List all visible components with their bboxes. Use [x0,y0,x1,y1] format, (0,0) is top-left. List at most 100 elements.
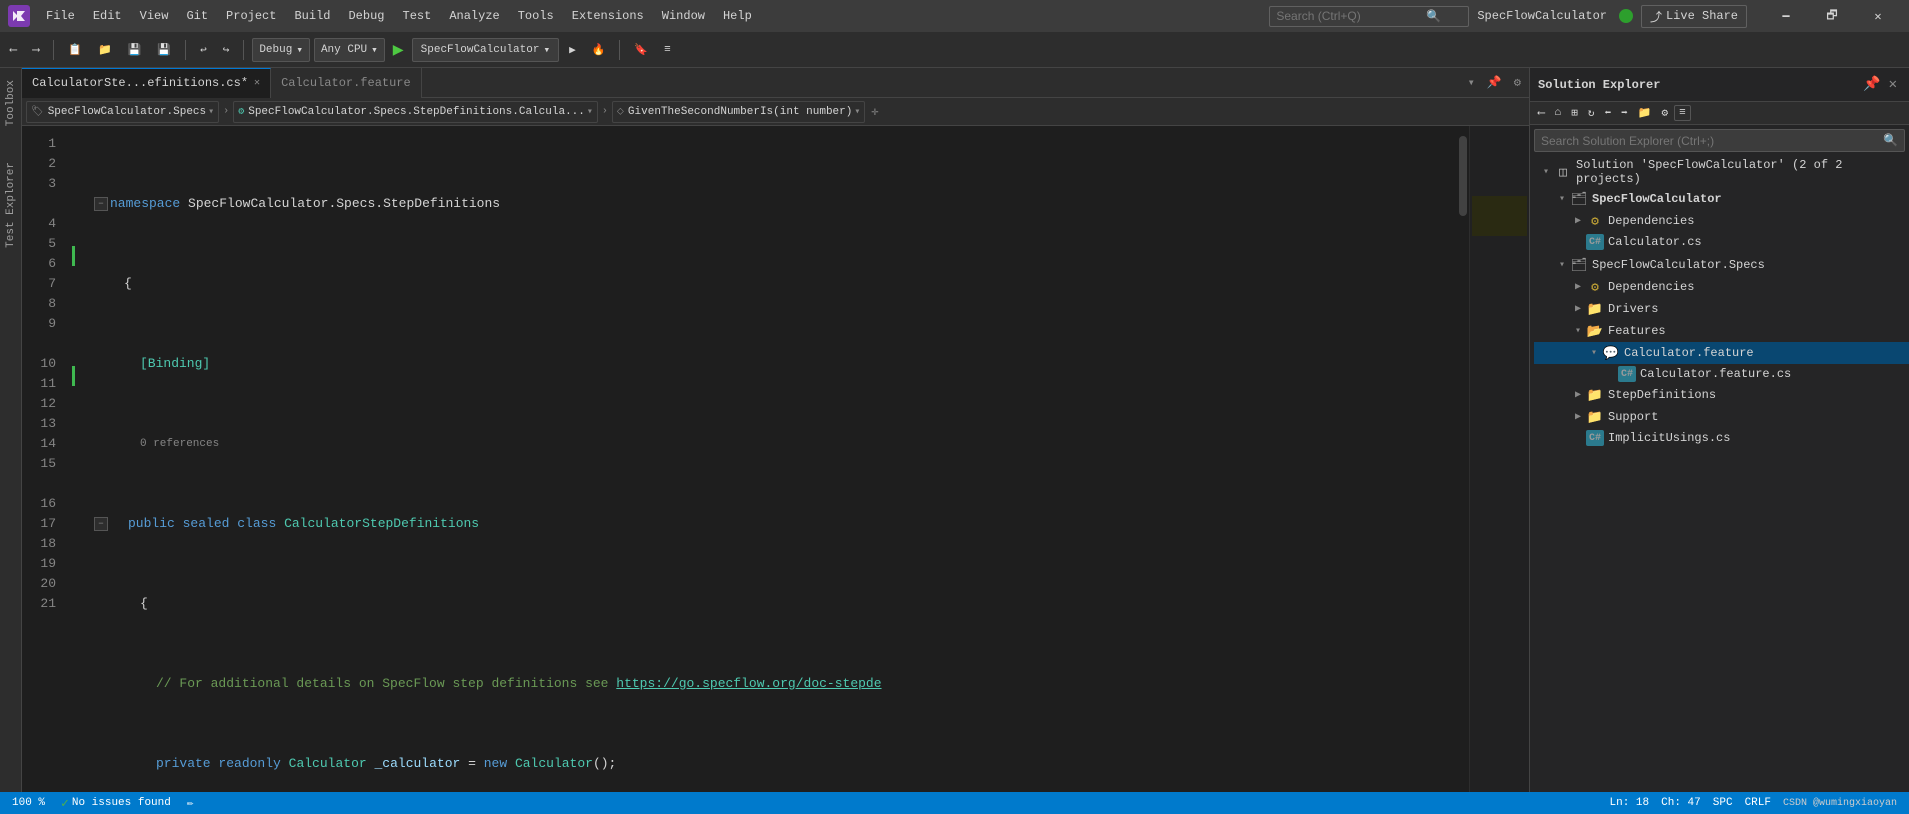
toolbar-new-project[interactable]: 📋 [62,40,88,60]
scroll-thumb[interactable] [1459,136,1467,216]
status-ln[interactable]: Ln: 18 [1606,797,1654,809]
tree-proj2[interactable]: ▾ 🗂 SpecFlowCalculator.Specs [1534,254,1909,276]
tree-support[interactable]: ▶ 📁 Support [1534,406,1909,428]
tree-deps1[interactable]: ▶ ⚙ Dependencies [1534,210,1909,232]
toolbar-bookmark[interactable]: 🔖 [628,40,654,60]
status-ch[interactable]: Ch: 47 [1657,797,1705,809]
menu-window[interactable]: Window [654,5,713,27]
tab-bar: CalculatorSte...efinitions.cs* ✕ Calcula… [22,68,1529,98]
menu-debug[interactable]: Debug [340,5,392,27]
toolbar-extras[interactable]: ≡ [658,41,677,59]
proj1-expand[interactable]: ▾ [1554,193,1570,205]
deps1-expand[interactable]: ▶ [1570,215,1586,227]
se-pin-button[interactable]: 📌 [1859,74,1884,95]
toolbar-save[interactable]: 💾 [122,40,148,60]
tree-calc-feature[interactable]: ▾ 💬 Calculator.feature [1534,342,1909,364]
support-folder-icon: 📁 [1586,408,1604,426]
toolbox-tab[interactable]: Toolbox [3,72,19,134]
menu-edit[interactable]: Edit [85,5,130,27]
toolbar-back[interactable]: ⟵ [4,40,23,60]
collapse-4[interactable]: − [94,517,108,531]
minimize-button[interactable]: 🗕 [1763,0,1809,32]
implicit-cs-icon: C# [1586,430,1604,446]
toolbar-fire[interactable]: 🔥 [586,40,612,60]
status-crlf[interactable]: CRLF [1741,797,1775,809]
status-issues[interactable]: ✓ No issues found [57,796,175,811]
se-forward-btn[interactable]: ➡ [1617,104,1632,122]
proj2-expand[interactable]: ▾ [1554,259,1570,271]
support-expand[interactable]: ▶ [1570,411,1586,423]
inactive-tab[interactable]: Calculator.feature [271,68,422,98]
menu-file[interactable]: File [38,5,83,27]
menu-extensions[interactable]: Extensions [564,5,652,27]
solution-expand[interactable]: ▾ [1538,166,1554,178]
method-dropdown[interactable]: ⬦ GivenTheSecondNumberIs(int number) ▾ [612,101,865,123]
active-tab-close[interactable]: ✕ [254,77,260,89]
features-expand[interactable]: ▾ [1570,325,1586,337]
run-button[interactable]: ▶ [389,39,408,61]
tree-drivers[interactable]: ▶ 📁 Drivers [1534,298,1909,320]
se-back2-btn[interactable]: ⬅ [1600,104,1615,122]
menu-test[interactable]: Test [395,5,440,27]
active-tab[interactable]: CalculatorSte...efinitions.cs* ✕ [22,68,271,98]
live-share-button[interactable]: ⤴ Live Share [1641,5,1747,28]
tree-calc-cs[interactable]: C# Calculator.cs [1534,232,1909,252]
menu-build[interactable]: Build [286,5,338,27]
vertical-scrollbar[interactable] [1457,126,1469,792]
status-zoom[interactable]: 100 % [8,797,49,809]
toolbar-save-all[interactable]: 💾 [151,40,177,60]
tree-implicit[interactable]: C# ImplicitUsings.cs [1534,428,1909,448]
title-search-input[interactable] [1276,9,1426,23]
drivers-expand[interactable]: ▶ [1570,303,1586,315]
se-folder-btn[interactable]: 📁 [1634,104,1656,122]
toolbar-redo[interactable]: ↪ [217,40,236,60]
cpu-dropdown[interactable]: Any CPU ▾ [314,38,385,62]
stepdefs-expand[interactable]: ▶ [1570,389,1586,401]
se-close-button[interactable]: ✕ [1885,74,1901,95]
test-explorer-tab[interactable]: Test Explorer [3,154,19,256]
menu-analyze[interactable]: Analyze [441,5,507,27]
se-refresh-btn[interactable]: ↻ [1584,104,1599,122]
se-vs-btn[interactable]: ⊞ [1567,104,1582,122]
toolbar-open[interactable]: 📁 [92,40,118,60]
calc-feature-expand[interactable]: ▾ [1586,347,1602,359]
tab-pin-button[interactable]: 📌 [1483,73,1506,92]
menu-git[interactable]: Git [178,5,216,27]
restore-button[interactable]: 🗗 [1809,0,1855,32]
project-run-dropdown[interactable]: SpecFlowCalculator ▾ [412,38,559,62]
tree-solution[interactable]: ▾ ◫ Solution 'SpecFlowCalculator' (2 of … [1534,156,1909,188]
toolbar-forward[interactable]: ⟶ [27,40,46,60]
se-search-input[interactable] [1541,134,1883,148]
deps2-expand[interactable]: ▶ [1570,281,1586,293]
tree-features[interactable]: ▾ 📂 Features [1534,320,1909,342]
code-content[interactable]: − namespace SpecFlowCalculator.Specs.Ste… [86,126,1457,792]
namespace-label: SpecFlowCalculator.Specs [48,106,206,118]
close-button[interactable]: ✕ [1855,0,1901,32]
tab-settings-button[interactable]: ⚙ [1510,73,1525,92]
tab-actions: ▾ 📌 ⚙ [1464,73,1529,92]
title-search-box[interactable]: 🔍 [1269,6,1469,27]
menu-help[interactable]: Help [715,5,760,27]
calc-cs-icon: C# [1586,234,1604,250]
nav-add-button[interactable]: ✛ [869,102,880,121]
tree-deps2[interactable]: ▶ ⚙ Dependencies [1534,276,1909,298]
toolbar-undo[interactable]: ↩ [194,40,213,60]
class-dropdown[interactable]: ⚙ SpecFlowCalculator.Specs.StepDefinitio… [233,101,598,123]
debug-config-dropdown[interactable]: Debug ▾ [252,38,310,62]
tree-calc-feature-cs[interactable]: C# Calculator.feature.cs [1534,364,1909,384]
menu-project[interactable]: Project [218,5,284,27]
menu-view[interactable]: View [132,5,177,27]
tab-list-button[interactable]: ▾ [1464,73,1479,92]
se-settings-btn[interactable]: ⚙ [1657,104,1672,122]
se-active-item-btn[interactable]: ≡ [1674,105,1691,121]
toolbar-attach[interactable]: ▶ [563,40,582,60]
tree-proj1[interactable]: ▾ 🗂 SpecFlowCalculator [1534,188,1909,210]
menu-tools[interactable]: Tools [510,5,562,27]
namespace-dropdown[interactable]: 🏷 SpecFlowCalculator.Specs ▾ [26,101,219,123]
tree-stepdefs[interactable]: ▶ 📁 StepDefinitions [1534,384,1909,406]
status-spc[interactable]: SPC [1709,797,1737,809]
se-home-btn[interactable]: ⌂ [1551,105,1566,121]
se-search-box[interactable]: 🔍 [1534,129,1905,152]
se-back-btn[interactable]: ⟵ [1534,104,1549,122]
collapse-1[interactable]: − [94,197,108,211]
